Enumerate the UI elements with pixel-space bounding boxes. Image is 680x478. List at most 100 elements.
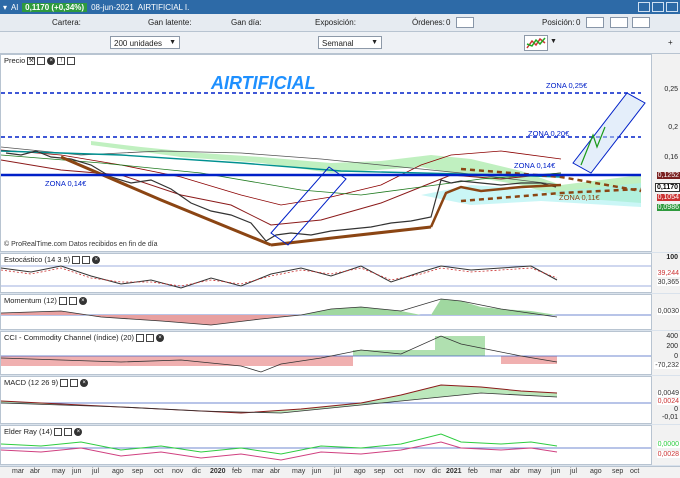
x-tick-label: mar bbox=[490, 468, 503, 475]
x-tick-label: jul bbox=[334, 468, 342, 475]
value-box: 0,0024 bbox=[656, 398, 680, 405]
window-icon[interactable] bbox=[37, 56, 46, 65]
close-icon[interactable]: × bbox=[47, 56, 56, 65]
cci-title-text: CCI - Commodity Channel (índice) (20) bbox=[4, 333, 135, 342]
x-tick-label: oct bbox=[630, 468, 640, 475]
elder-ray-title-text: Elder Ray (14) bbox=[4, 427, 53, 436]
downtrend-line bbox=[60, 155, 272, 247]
momentum-title-text: Momentum (12) bbox=[4, 296, 57, 305]
channel-rect-1 bbox=[270, 166, 347, 246]
add-panel-icon[interactable]: + bbox=[668, 38, 673, 47]
x-tick-label: 2021 bbox=[446, 468, 462, 475]
ordenes-label: Órdenes: bbox=[412, 18, 445, 27]
ytick-label: 400 bbox=[666, 333, 678, 340]
momentum-panel[interactable]: Momentum (12) × bbox=[0, 294, 652, 330]
time-axis: mar abr may jun jul ago sep oct nov dic 2020 feb mar… bbox=[0, 466, 680, 478]
market-label: Al bbox=[11, 2, 19, 12]
stochastic-panel[interactable]: Estocástico (14 3 5) × bbox=[0, 253, 652, 293]
elder-ray-panel[interactable]: Elder Ray (14) × bbox=[0, 425, 652, 465]
momentum-yaxis: 0,0030 bbox=[652, 294, 680, 330]
wrench-icon[interactable] bbox=[72, 255, 81, 264]
macd-title: MACD (12 26 9) × bbox=[4, 378, 89, 387]
watermark-title: AIRTIFICIAL bbox=[211, 73, 316, 93]
macd-yaxis: 0,0049 0,0024 0 -0,01 bbox=[652, 376, 680, 424]
units-select[interactable]: 200 unidades ▼ bbox=[110, 36, 180, 49]
cci-panel[interactable]: CCI - Commodity Channel (índice) (20) × bbox=[0, 331, 652, 375]
close-icon[interactable]: × bbox=[78, 296, 87, 305]
window-icon[interactable] bbox=[146, 333, 155, 342]
window-icon[interactable] bbox=[64, 427, 73, 436]
grid-button[interactable] bbox=[632, 17, 650, 28]
settings-button[interactable] bbox=[610, 17, 628, 28]
close-button[interactable] bbox=[666, 2, 678, 12]
price-yaxis: 0,25 0,2 0,16 0,1252 0,1170 0,1054 0,098… bbox=[652, 54, 680, 252]
base-line bbox=[270, 225, 432, 247]
period-select[interactable]: Semanal ▼ bbox=[318, 36, 382, 49]
wrench-icon[interactable]: ⚒ bbox=[27, 56, 36, 65]
window-icon[interactable] bbox=[70, 378, 79, 387]
maximize-button[interactable] bbox=[652, 2, 664, 12]
value-box: 39,244 bbox=[656, 270, 680, 277]
price-panel-title: Precio ⚒ × ! bbox=[4, 56, 76, 65]
elder-ray-title: Elder Ray (14) × bbox=[4, 427, 83, 436]
close-icon[interactable]: × bbox=[92, 255, 101, 264]
price-title-text: Precio bbox=[4, 56, 26, 65]
chart-style-button[interactable] bbox=[524, 35, 548, 51]
chevron-down-icon[interactable]: ▼ bbox=[550, 38, 557, 45]
chevron-down-icon: ▼ bbox=[371, 39, 378, 46]
x-tick-label: feb bbox=[232, 468, 242, 475]
minimize-button[interactable] bbox=[638, 2, 650, 12]
zone-014-label-left: ZONA 0,14€ bbox=[45, 179, 87, 188]
close-icon[interactable]: × bbox=[80, 378, 89, 387]
wrench-icon[interactable] bbox=[60, 378, 69, 387]
posicion-button[interactable] bbox=[586, 17, 604, 28]
x-tick-label: oct bbox=[394, 468, 404, 475]
ytick-label: -0,01 bbox=[662, 414, 678, 421]
close-icon[interactable]: × bbox=[156, 333, 165, 342]
ordenes-value: 0 bbox=[446, 18, 451, 27]
x-tick-label: jul bbox=[92, 468, 100, 475]
x-tick-label: ago bbox=[112, 468, 124, 475]
price-panel[interactable]: Precio ⚒ × ! AIRTIFICIAL ZONA 0,25€ ZONA… bbox=[0, 54, 652, 252]
elder-ray-yaxis: 0,0000 0,0028 bbox=[652, 425, 680, 465]
stochastic-title-text: Estocástico (14 3 5) bbox=[4, 255, 71, 264]
stochastic-title: Estocástico (14 3 5) × bbox=[4, 255, 101, 264]
ordenes-button[interactable] bbox=[456, 17, 474, 28]
x-tick-label: ago bbox=[590, 468, 602, 475]
x-tick-label: jun bbox=[551, 468, 561, 475]
x-tick-label: abr bbox=[270, 468, 281, 475]
x-tick-label: dic bbox=[432, 468, 441, 475]
x-tick-label: jun bbox=[312, 468, 322, 475]
units-value: 200 unidades bbox=[114, 39, 163, 48]
close-icon[interactable]: × bbox=[74, 427, 83, 436]
x-tick-label: abr bbox=[510, 468, 521, 475]
x-tick-label: oct bbox=[154, 468, 164, 475]
posicion-label: Posición: bbox=[542, 18, 575, 27]
chevron-down-icon[interactable]: ▾ bbox=[3, 3, 7, 12]
window-icon[interactable] bbox=[68, 296, 77, 305]
ganancia-dia-label: Gan día: bbox=[231, 18, 262, 27]
momentum-chart bbox=[1, 298, 651, 326]
ganancia-latente-label: Gan latente: bbox=[148, 18, 192, 27]
wrench-icon[interactable] bbox=[58, 296, 67, 305]
x-tick-label: feb bbox=[468, 468, 478, 475]
x-tick-label: abr bbox=[30, 468, 41, 475]
period-value: Semanal bbox=[322, 39, 354, 48]
macd-panel[interactable]: MACD (12 26 9) × bbox=[0, 376, 652, 424]
x-tick-label: may bbox=[292, 468, 306, 475]
macd-title-text: MACD (12 26 9) bbox=[4, 378, 59, 387]
cartera-label: Cartera: bbox=[52, 18, 81, 27]
cci-yaxis: 400 200 0 -70,232 bbox=[652, 331, 680, 375]
layout-icon[interactable] bbox=[67, 56, 76, 65]
exposicion-label: Exposición: bbox=[315, 18, 356, 27]
value-box: 0,0049 bbox=[656, 390, 680, 397]
zone-011-label: ZONA 0,11€ bbox=[559, 193, 600, 202]
wrench-icon[interactable] bbox=[54, 427, 63, 436]
account-infobar: Cartera: Gan latente: Gan día: Exposició… bbox=[0, 14, 680, 32]
window-icon[interactable] bbox=[82, 255, 91, 264]
x-tick-label: sep bbox=[132, 468, 144, 475]
ytick-label: 0,16 bbox=[664, 154, 678, 161]
alert-icon[interactable]: ! bbox=[57, 56, 66, 65]
x-tick-label: jul bbox=[570, 468, 578, 475]
wrench-icon[interactable] bbox=[136, 333, 145, 342]
